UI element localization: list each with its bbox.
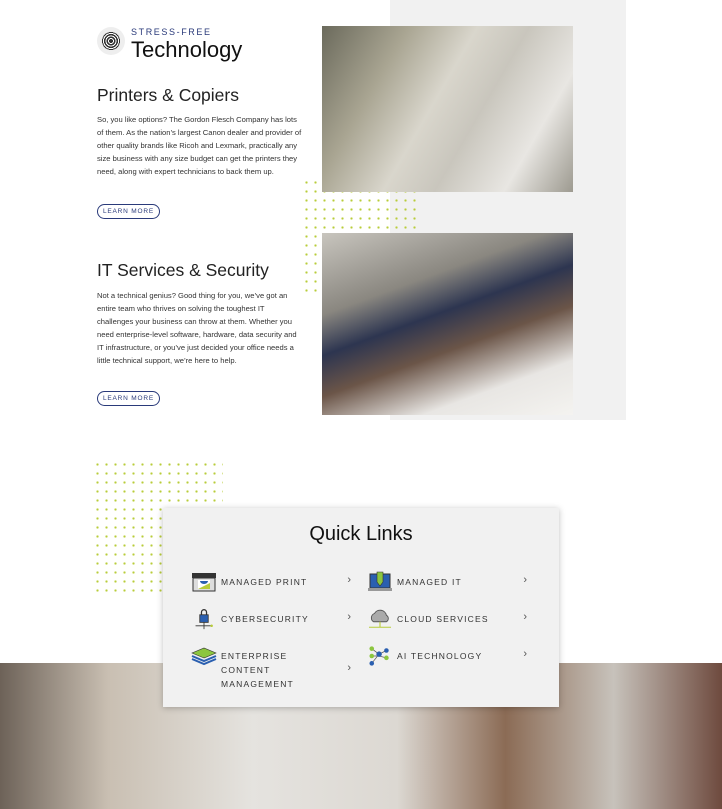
chevron-right-icon: › <box>523 648 527 660</box>
quick-links-card: Quick Links MANAGED PRINT › MANAGED IT ›… <box>163 508 559 707</box>
printers-heading: Printers & Copiers <box>97 85 239 105</box>
network-icon <box>369 646 389 666</box>
quick-link-cloud-services[interactable]: CLOUD SERVICES › <box>367 608 527 630</box>
section-kicker: STRESS-FREE <box>131 27 212 37</box>
quick-link-ai-technology[interactable]: AI TECHNOLOGY › <box>367 645 527 667</box>
printer-icon <box>192 573 216 592</box>
quick-links-title: Quick Links <box>309 523 413 545</box>
it-services-learn-more-button[interactable]: LEARN MORE <box>97 391 160 406</box>
printers-body: So, you like options? The Gordon Flesch … <box>97 115 302 176</box>
quick-link-managed-it[interactable]: MANAGED IT › <box>367 571 527 593</box>
quick-link-cybersecurity[interactable]: CYBERSECURITY › <box>191 608 351 630</box>
chevron-right-icon: › <box>347 574 351 586</box>
page-title: Technology <box>131 37 243 62</box>
chevron-right-icon: › <box>347 611 351 623</box>
chevron-right-icon: › <box>523 574 527 586</box>
layers-icon <box>191 647 217 666</box>
printers-learn-more-button[interactable]: LEARN MORE <box>97 204 160 219</box>
chevron-right-icon: › <box>347 662 351 674</box>
it-services-heading: IT Services & Security <box>97 260 269 280</box>
chevron-right-icon: › <box>523 611 527 623</box>
cloud-icon <box>369 609 391 628</box>
it-services-body: Not a technical genius? Good thing for y… <box>97 291 297 365</box>
photo-woman-at-copier <box>322 26 573 192</box>
decorative-dots <box>302 232 320 298</box>
quick-link-managed-print[interactable]: MANAGED PRINT › <box>191 571 351 593</box>
lock-icon <box>195 609 213 630</box>
laptop-icon <box>368 571 392 591</box>
fingerprint-logo-icon <box>97 27 125 55</box>
quick-link-enterprise-content-management[interactable]: ENTERPRISE CONTENT MANAGEMENT › <box>191 645 351 691</box>
photo-it-team-at-computer <box>322 233 573 415</box>
